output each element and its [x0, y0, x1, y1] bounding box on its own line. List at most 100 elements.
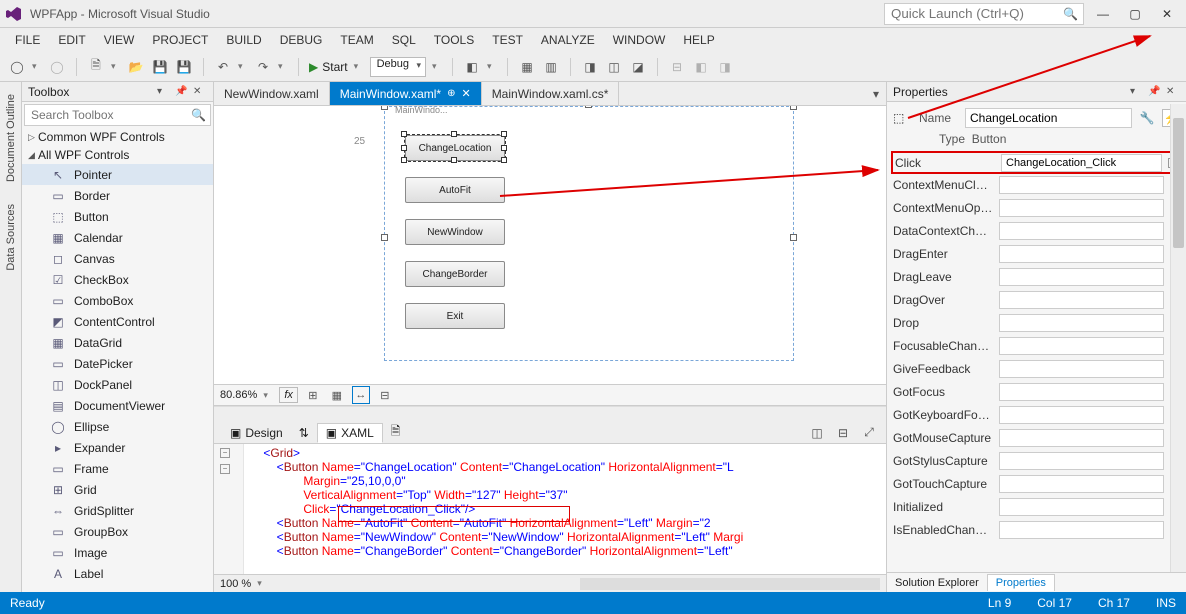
- tab-design[interactable]: ▣ Design: [222, 424, 291, 442]
- event-input[interactable]: [999, 222, 1164, 240]
- toolbox-item-calendar[interactable]: ▦Calendar: [22, 227, 213, 248]
- event-input[interactable]: [999, 337, 1164, 355]
- toolbox-group[interactable]: ▷Common WPF Controls: [22, 128, 213, 146]
- start-debug-button[interactable]: ▶Start: [309, 60, 348, 74]
- doc-tab[interactable]: MainWindow.xaml*⊕✕: [330, 82, 482, 105]
- tb-icon-9[interactable]: ◨: [716, 58, 734, 76]
- save-icon[interactable]: 💾: [151, 58, 169, 76]
- dropdown-icon[interactable]: ▾: [1130, 86, 1144, 97]
- close-button[interactable]: ✕: [1154, 4, 1180, 24]
- doc-tab[interactable]: NewWindow.xaml: [214, 82, 330, 105]
- event-input[interactable]: [999, 498, 1164, 516]
- event-input[interactable]: [999, 452, 1164, 470]
- toolbox-item-border[interactable]: ▭Border: [22, 185, 213, 206]
- menu-view[interactable]: VIEW: [95, 28, 144, 52]
- redo-icon[interactable]: ↷: [254, 58, 272, 76]
- menu-project[interactable]: PROJECT: [143, 28, 217, 52]
- tb-icon-1[interactable]: ◧: [463, 58, 481, 76]
- designer-surface[interactable]: 10 25 MainWindo... ChangeLocationAutoFit…: [214, 106, 886, 384]
- design-button-changeborder[interactable]: ChangeBorder: [405, 261, 505, 287]
- snap2-icon[interactable]: ↔: [352, 386, 370, 404]
- menu-help[interactable]: HELP: [674, 28, 723, 52]
- menu-tools[interactable]: TOOLS: [425, 28, 483, 52]
- properties-scrollbar[interactable]: [1170, 104, 1186, 572]
- tab-data-sources[interactable]: Data Sources: [3, 198, 19, 277]
- toolbox-item-button[interactable]: ⬚Button: [22, 206, 213, 227]
- code-zoom[interactable]: 100 %: [220, 578, 251, 590]
- event-input[interactable]: [999, 199, 1164, 217]
- wrench-icon[interactable]: 🔧: [1138, 109, 1156, 127]
- close-icon[interactable]: ✕: [1166, 86, 1180, 97]
- swap-icon[interactable]: ⇅: [299, 426, 309, 440]
- name-input[interactable]: [965, 108, 1132, 128]
- design-button-exit[interactable]: Exit: [405, 303, 505, 329]
- menu-analyze[interactable]: ANALYZE: [532, 28, 604, 52]
- toolbox-item-label[interactable]: ALabel: [22, 563, 213, 584]
- menu-edit[interactable]: EDIT: [49, 28, 94, 52]
- event-input[interactable]: [999, 521, 1164, 539]
- toolbox-item-pointer[interactable]: ↖Pointer: [22, 164, 213, 185]
- menu-file[interactable]: FILE: [6, 28, 49, 52]
- fx-icon[interactable]: fx: [279, 387, 298, 403]
- menu-debug[interactable]: DEBUG: [271, 28, 332, 52]
- dropdown-icon[interactable]: ▾: [157, 86, 171, 97]
- event-input[interactable]: [999, 176, 1164, 194]
- design-button-autofit[interactable]: AutoFit: [405, 177, 505, 203]
- event-input[interactable]: [999, 268, 1164, 286]
- toolbox-item-gridsplitter[interactable]: ⇔GridSplitter: [22, 500, 213, 521]
- grid-icon[interactable]: ⊞: [304, 386, 322, 404]
- toolbox-item-groupbox[interactable]: ▭GroupBox: [22, 521, 213, 542]
- layout-icon[interactable]: ⊟: [376, 386, 394, 404]
- zoom-value[interactable]: 80.86%: [220, 389, 257, 401]
- close-icon[interactable]: ✕: [193, 86, 207, 97]
- toolbox-item-contentcontrol[interactable]: ◩ContentControl: [22, 311, 213, 332]
- toolbox-item-canvas[interactable]: ◻Canvas: [22, 248, 213, 269]
- pin-icon[interactable]: ⊕: [447, 88, 455, 99]
- tb-icon-6[interactable]: ◪: [629, 58, 647, 76]
- toolbox-item-frame[interactable]: ▭Frame: [22, 458, 213, 479]
- toolbox-item-datepicker[interactable]: ▭DatePicker: [22, 353, 213, 374]
- event-input[interactable]: [1001, 154, 1162, 172]
- save-all-icon[interactable]: 💾: [175, 58, 193, 76]
- toolbox-item-datagrid[interactable]: ▦DataGrid: [22, 332, 213, 353]
- toolbox-item-image[interactable]: ▭Image: [22, 542, 213, 563]
- tab-solution-explorer[interactable]: Solution Explorer: [887, 575, 987, 591]
- tb-icon-2[interactable]: ▦: [518, 58, 536, 76]
- tabs-overflow-icon[interactable]: ▾: [866, 82, 886, 105]
- tb-icon-7[interactable]: ⊟: [668, 58, 686, 76]
- event-input[interactable]: [999, 429, 1164, 447]
- config-dropdown[interactable]: Debug: [370, 57, 426, 77]
- toolbox-item-expander[interactable]: ▸Expander: [22, 437, 213, 458]
- pin-icon[interactable]: 📌: [175, 86, 189, 97]
- toolbox-item-grid[interactable]: ⊞Grid: [22, 479, 213, 500]
- split-v-icon[interactable]: ◫: [808, 424, 826, 442]
- close-icon[interactable]: ✕: [461, 87, 470, 100]
- event-input[interactable]: [999, 383, 1164, 401]
- tb-icon-4[interactable]: ◨: [581, 58, 599, 76]
- tab-xaml[interactable]: ▣ XAML: [317, 423, 383, 443]
- toolbox-group[interactable]: ◢All WPF Controls: [22, 146, 213, 164]
- design-button-newwindow[interactable]: NewWindow: [405, 219, 505, 245]
- expand-icon[interactable]: ⤢: [860, 424, 878, 442]
- toolbox-item-checkbox[interactable]: ☑CheckBox: [22, 269, 213, 290]
- h-scrollbar[interactable]: [214, 406, 886, 422]
- menu-build[interactable]: BUILD: [217, 28, 270, 52]
- undo-icon[interactable]: ↶: [214, 58, 232, 76]
- toolbox-item-combobox[interactable]: ▭ComboBox: [22, 290, 213, 311]
- nav-fwd-icon[interactable]: ◯: [48, 58, 66, 76]
- tab-properties[interactable]: Properties: [987, 574, 1055, 591]
- open-file-icon[interactable]: 📂: [127, 58, 145, 76]
- event-input[interactable]: [999, 314, 1164, 332]
- menu-sql[interactable]: SQL: [383, 28, 425, 52]
- toolbox-item-ellipse[interactable]: ◯Ellipse: [22, 416, 213, 437]
- menu-test[interactable]: TEST: [483, 28, 532, 52]
- maximize-button[interactable]: ▢: [1122, 4, 1148, 24]
- doc-icon[interactable]: 🗎: [391, 422, 401, 443]
- tb-icon-8[interactable]: ◧: [692, 58, 710, 76]
- toolbox-search[interactable]: 🔍: [24, 104, 211, 126]
- tb-icon-5[interactable]: ◫: [605, 58, 623, 76]
- event-input[interactable]: [999, 406, 1164, 424]
- event-input[interactable]: [999, 245, 1164, 263]
- tab-document-outline[interactable]: Document Outline: [3, 88, 19, 188]
- minimize-button[interactable]: —: [1090, 4, 1116, 24]
